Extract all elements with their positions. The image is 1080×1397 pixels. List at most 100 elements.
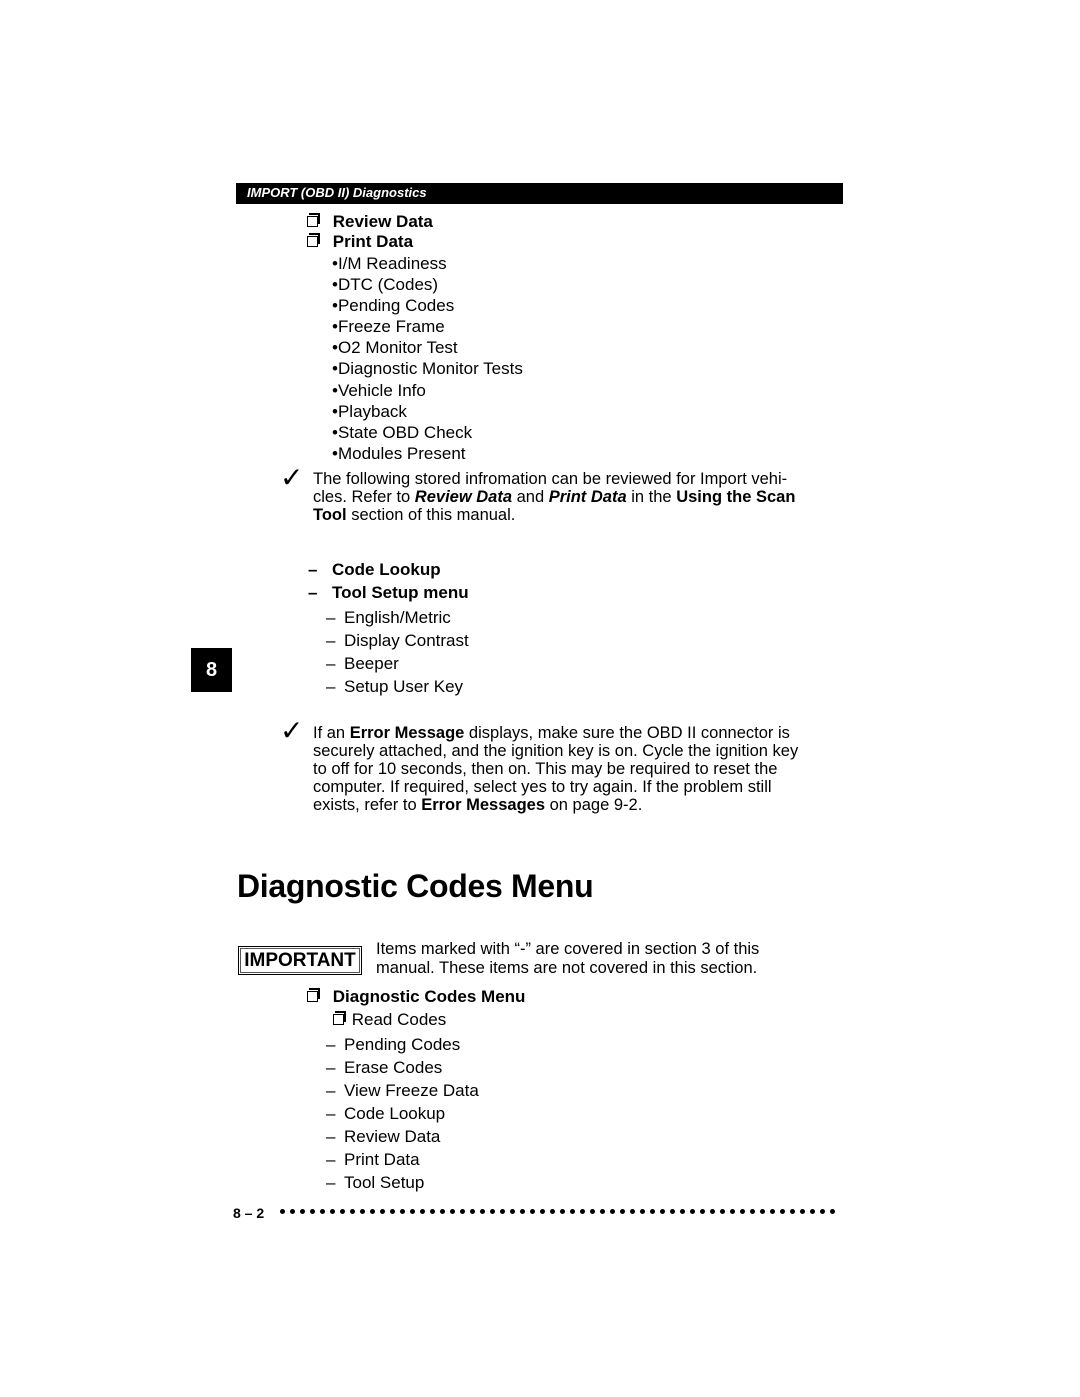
menu-item-print-data: Print Data — [307, 232, 413, 252]
menu-item-label: Read Codes — [351, 1010, 447, 1029]
list-item: •Vehicle Info — [332, 380, 426, 400]
list-item: •O2 Monitor Test — [332, 338, 458, 358]
reference-review-data: Review Data — [414, 488, 513, 506]
leader-dot — [310, 1209, 315, 1214]
dash-marker: – — [326, 677, 336, 696]
list-item: •DTC (Codes) — [332, 275, 439, 295]
menu-item-diagnostic-codes-menu: Diagnostic Codes Menu — [307, 987, 525, 1007]
leader-dot — [770, 1209, 775, 1214]
leader-dot — [830, 1209, 835, 1214]
leader-dot — [750, 1209, 755, 1214]
list-item-label: Beeper — [344, 654, 399, 673]
leader-dot — [720, 1209, 725, 1214]
leader-dot — [610, 1209, 615, 1214]
text: displays, make sure the OBD II connector… — [464, 724, 790, 742]
list-item: – Code Lookup — [326, 1102, 479, 1125]
list-item: – Setup User Key — [326, 675, 469, 698]
leader-dot — [670, 1209, 675, 1214]
list-item-label: Code Lookup — [344, 1104, 446, 1123]
list-item: – Pending Codes — [326, 1033, 479, 1056]
leader-dot — [550, 1209, 555, 1214]
text: If an — [313, 724, 350, 742]
text: in the — [626, 488, 677, 506]
note-line: If an Error Message displays, make sure … — [313, 724, 833, 742]
leader-dot — [440, 1209, 445, 1214]
leader-dot — [300, 1209, 305, 1214]
text: section of this manual. — [346, 506, 516, 524]
dash-marker: – — [326, 1127, 336, 1146]
dash-marker: – — [326, 1035, 336, 1054]
note-line: The following stored infromation can be … — [313, 470, 788, 488]
leader-dot — [420, 1209, 425, 1214]
list-item-label: Tool Setup — [344, 1173, 425, 1192]
dash-marker: – — [308, 560, 318, 579]
list-item: – English/Metric — [326, 606, 469, 629]
list-item-label: Review Data — [344, 1127, 441, 1146]
menu-item-read-codes: Read Codes — [333, 1010, 446, 1030]
leader-dot — [690, 1209, 695, 1214]
important-badge: IMPORTANT — [238, 946, 362, 975]
dash-marker: – — [326, 1081, 336, 1100]
menu-item-label: Print Data — [332, 232, 414, 251]
leader-dot — [710, 1209, 715, 1214]
checkmark-icon: ✓ — [280, 714, 304, 747]
leader-dot — [320, 1209, 325, 1214]
reference-tool: Tool — [313, 506, 347, 524]
text: exists, refer to — [313, 796, 422, 814]
diagnostic-codes-list: – Pending Codes – Erase Codes – View Freeze… — [326, 1033, 479, 1194]
leader-dot — [400, 1209, 405, 1214]
leader-dot — [570, 1209, 575, 1214]
leader-dot — [350, 1209, 355, 1214]
note-error-message: If an Error Message displays, make sure … — [313, 724, 833, 814]
leader-dot — [730, 1209, 735, 1214]
leader-dot — [500, 1209, 505, 1214]
list-item: •State OBD Check — [332, 422, 473, 442]
leader-dot — [460, 1209, 465, 1214]
dash-marker: – — [326, 1058, 336, 1077]
note-line: to off for 10 seconds, then on. This may… — [313, 760, 778, 778]
dash-marker: – — [326, 608, 336, 627]
list-item-label: Display Contrast — [344, 631, 469, 650]
leader-dot — [660, 1209, 665, 1214]
leader-dot — [410, 1209, 415, 1214]
leader-dot — [630, 1209, 635, 1214]
leader-dot — [800, 1209, 805, 1214]
leader-dot — [280, 1209, 285, 1214]
leader-dot — [450, 1209, 455, 1214]
note-line: manual. These items are not covered in t… — [376, 959, 758, 977]
leader-dot — [370, 1209, 375, 1214]
leader-dot — [760, 1209, 765, 1214]
checkbox-icon — [307, 988, 320, 1002]
list-item: – Display Contrast — [326, 629, 469, 652]
note-line: cles. Refer to Review Data and Print Dat… — [313, 488, 818, 506]
list-item-label: Pending Codes — [344, 1035, 461, 1054]
leader-dot — [590, 1209, 595, 1214]
leader-dot — [390, 1209, 395, 1214]
leader-dot — [520, 1209, 525, 1214]
leader-dot — [540, 1209, 545, 1214]
list-item-label: Erase Codes — [344, 1058, 443, 1077]
note-line: securely attached, and the ignition key … — [313, 742, 799, 760]
leader-dot — [640, 1209, 645, 1214]
leader-dot — [580, 1209, 585, 1214]
list-item: – Beeper — [326, 652, 469, 675]
note-line: Items marked with “-” are covered in sec… — [376, 940, 760, 958]
reference-error-message: Error Message — [349, 724, 465, 742]
text: cles. Refer to — [313, 488, 415, 506]
checkbox-icon — [307, 233, 320, 247]
leader-dot — [740, 1209, 745, 1214]
menu-item-review-data: Review Data — [307, 212, 433, 232]
checkbox-icon — [333, 1011, 346, 1025]
checkbox-icon — [307, 213, 320, 227]
list-item: •Diagnostic Monitor Tests — [332, 359, 523, 379]
list-item: •Pending Codes — [332, 296, 455, 316]
dash-marker: – — [326, 631, 336, 650]
leader-dot — [330, 1209, 335, 1214]
list-item-label: Setup User Key — [344, 677, 464, 696]
section-header-title: IMPORT (OBD II) Diagnostics — [247, 185, 427, 200]
important-note: Items marked with “-” are covered in sec… — [376, 940, 816, 978]
reference-using-scan-tool: Using the Scan — [676, 488, 796, 506]
menu-item-code-lookup: – Code Lookup — [308, 560, 441, 580]
list-item: – Review Data — [326, 1125, 479, 1148]
menu-item-label: Review Data — [332, 212, 433, 231]
